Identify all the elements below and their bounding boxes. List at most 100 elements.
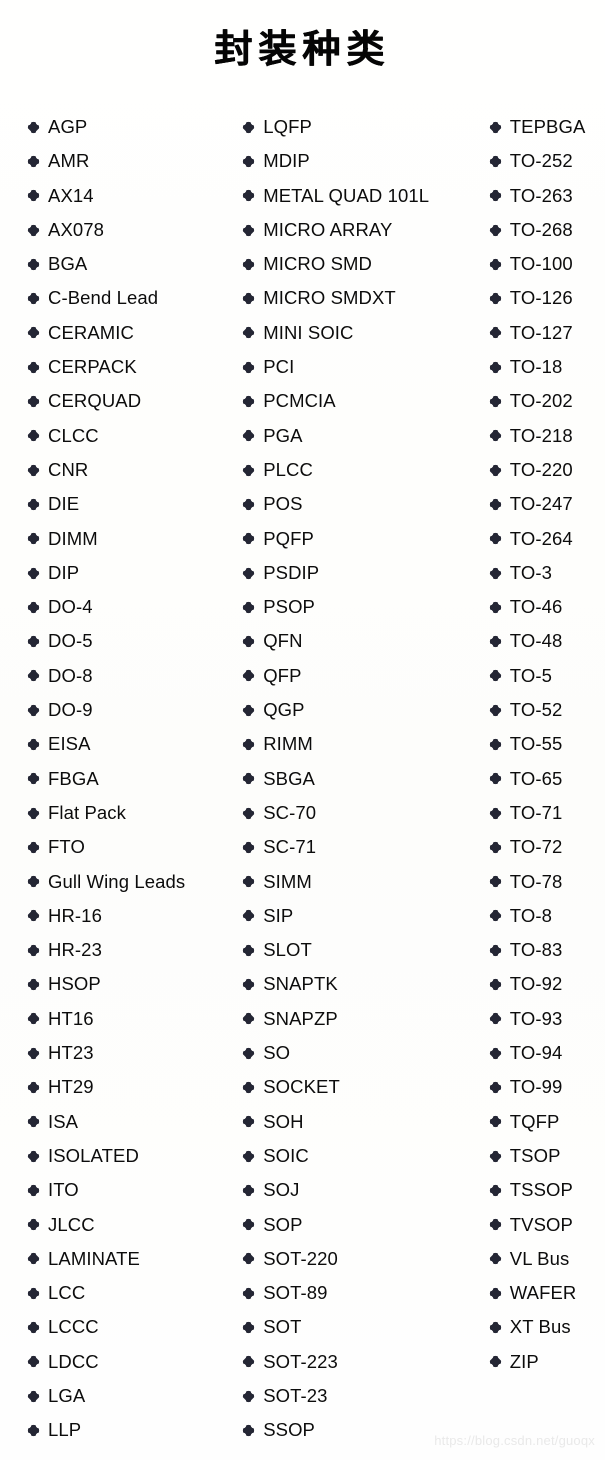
list-item[interactable]: DO-4 xyxy=(27,590,229,624)
list-item[interactable]: Gull Wing Leads xyxy=(27,865,229,899)
list-item[interactable]: SC-71 xyxy=(242,830,472,864)
list-item[interactable]: TO-72 xyxy=(488,830,605,864)
list-item[interactable]: SO xyxy=(242,1036,472,1070)
list-item[interactable]: RIMM xyxy=(242,727,472,761)
list-item[interactable]: SOT-89 xyxy=(242,1276,472,1310)
list-item[interactable]: TSSOP xyxy=(488,1173,605,1207)
list-item[interactable]: HSOP xyxy=(27,967,229,1001)
list-item[interactable]: DIP xyxy=(27,556,229,590)
list-item[interactable]: TO-55 xyxy=(488,727,605,761)
list-item[interactable]: HT16 xyxy=(27,1002,229,1036)
list-item[interactable]: TO-5 xyxy=(488,659,605,693)
list-item[interactable]: BGA xyxy=(27,247,229,281)
list-item[interactable]: CERPACK xyxy=(27,350,229,384)
list-item[interactable]: TSOP xyxy=(488,1139,605,1173)
list-item[interactable]: TO-93 xyxy=(488,1002,605,1036)
list-item[interactable]: MDIP xyxy=(242,144,472,178)
list-item[interactable]: HR-23 xyxy=(27,933,229,967)
list-item[interactable]: SBGA xyxy=(242,762,472,796)
list-item[interactable]: PCI xyxy=(242,350,472,384)
list-item[interactable]: AMR xyxy=(27,144,229,178)
list-item[interactable]: PLCC xyxy=(242,453,472,487)
list-item[interactable]: TO-126 xyxy=(488,281,605,315)
list-item[interactable]: HT23 xyxy=(27,1036,229,1070)
list-item[interactable]: PGA xyxy=(242,419,472,453)
list-item[interactable]: ISOLATED xyxy=(27,1139,229,1173)
list-item[interactable]: ISA xyxy=(27,1105,229,1139)
list-item[interactable]: SOCKET xyxy=(242,1070,472,1104)
list-item[interactable]: TVSOP xyxy=(488,1208,605,1242)
list-item[interactable]: SOP xyxy=(242,1208,472,1242)
list-item[interactable]: CLCC xyxy=(27,419,229,453)
list-item[interactable]: LLP xyxy=(27,1413,229,1447)
list-item[interactable]: TO-3 xyxy=(488,556,605,590)
list-item[interactable]: EISA xyxy=(27,727,229,761)
list-item[interactable]: DIMM xyxy=(27,522,229,556)
list-item[interactable]: HR-16 xyxy=(27,899,229,933)
list-item[interactable]: XT Bus xyxy=(488,1310,605,1344)
list-item[interactable]: TO-65 xyxy=(488,762,605,796)
list-item[interactable]: MICRO ARRAY xyxy=(242,213,472,247)
list-item[interactable]: AX078 xyxy=(27,213,229,247)
list-item[interactable]: AGP xyxy=(27,110,229,144)
list-item[interactable]: PQFP xyxy=(242,522,472,556)
list-item[interactable]: POS xyxy=(242,487,472,521)
list-item[interactable]: TO-247 xyxy=(488,487,605,521)
list-item[interactable]: TO-202 xyxy=(488,384,605,418)
list-item[interactable]: PCMCIA xyxy=(242,384,472,418)
list-item[interactable]: Flat Pack xyxy=(27,796,229,830)
list-item[interactable]: CNR xyxy=(27,453,229,487)
list-item[interactable]: TO-99 xyxy=(488,1070,605,1104)
list-item[interactable]: LAMINATE xyxy=(27,1242,229,1276)
list-item[interactable]: JLCC xyxy=(27,1208,229,1242)
list-item[interactable]: HT29 xyxy=(27,1070,229,1104)
list-item[interactable]: DO-5 xyxy=(27,624,229,658)
list-item[interactable]: TO-71 xyxy=(488,796,605,830)
list-item[interactable]: TO-78 xyxy=(488,865,605,899)
list-item[interactable]: AX14 xyxy=(27,179,229,213)
list-item[interactable]: LDCC xyxy=(27,1345,229,1379)
list-item[interactable]: SOT-223 xyxy=(242,1345,472,1379)
list-item[interactable]: MICRO SMD xyxy=(242,247,472,281)
list-item[interactable]: PSDIP xyxy=(242,556,472,590)
list-item[interactable]: DO-9 xyxy=(27,693,229,727)
list-item[interactable]: SOIC xyxy=(242,1139,472,1173)
list-item[interactable]: LCC xyxy=(27,1276,229,1310)
list-item[interactable]: TO-220 xyxy=(488,453,605,487)
list-item[interactable]: PSOP xyxy=(242,590,472,624)
list-item[interactable]: TO-83 xyxy=(488,933,605,967)
list-item[interactable]: TO-52 xyxy=(488,693,605,727)
list-item[interactable]: QGP xyxy=(242,693,472,727)
list-item[interactable]: SNAPTK xyxy=(242,967,472,1001)
list-item[interactable]: SNAPZP xyxy=(242,1002,472,1036)
list-item[interactable]: SOH xyxy=(242,1105,472,1139)
list-item[interactable]: LGA xyxy=(27,1379,229,1413)
list-item[interactable]: TO-127 xyxy=(488,316,605,350)
list-item[interactable]: TO-264 xyxy=(488,522,605,556)
list-item[interactable]: SC-70 xyxy=(242,796,472,830)
list-item[interactable]: SOT-23 xyxy=(242,1379,472,1413)
list-item[interactable]: LQFP xyxy=(242,110,472,144)
list-item[interactable]: SOT xyxy=(242,1310,472,1344)
list-item[interactable]: TO-94 xyxy=(488,1036,605,1070)
list-item[interactable]: VL Bus xyxy=(488,1242,605,1276)
list-item[interactable]: FTO xyxy=(27,830,229,864)
list-item[interactable]: QFN xyxy=(242,624,472,658)
list-item[interactable]: TO-268 xyxy=(488,213,605,247)
list-item[interactable]: SOT-220 xyxy=(242,1242,472,1276)
list-item[interactable]: ITO xyxy=(27,1173,229,1207)
list-item[interactable]: TO-48 xyxy=(488,624,605,658)
list-item[interactable]: SIP xyxy=(242,899,472,933)
list-item[interactable]: DIE xyxy=(27,487,229,521)
list-item[interactable]: CERAMIC xyxy=(27,316,229,350)
list-item[interactable]: QFP xyxy=(242,659,472,693)
list-item[interactable]: TO-252 xyxy=(488,144,605,178)
list-item[interactable]: DO-8 xyxy=(27,659,229,693)
list-item[interactable]: TO-263 xyxy=(488,179,605,213)
list-item[interactable]: TO-46 xyxy=(488,590,605,624)
list-item[interactable]: FBGA xyxy=(27,762,229,796)
list-item[interactable]: TEPBGA xyxy=(488,110,605,144)
list-item[interactable]: LCCC xyxy=(27,1310,229,1344)
list-item[interactable]: TO-218 xyxy=(488,419,605,453)
list-item[interactable]: MICRO SMDXT xyxy=(242,281,472,315)
